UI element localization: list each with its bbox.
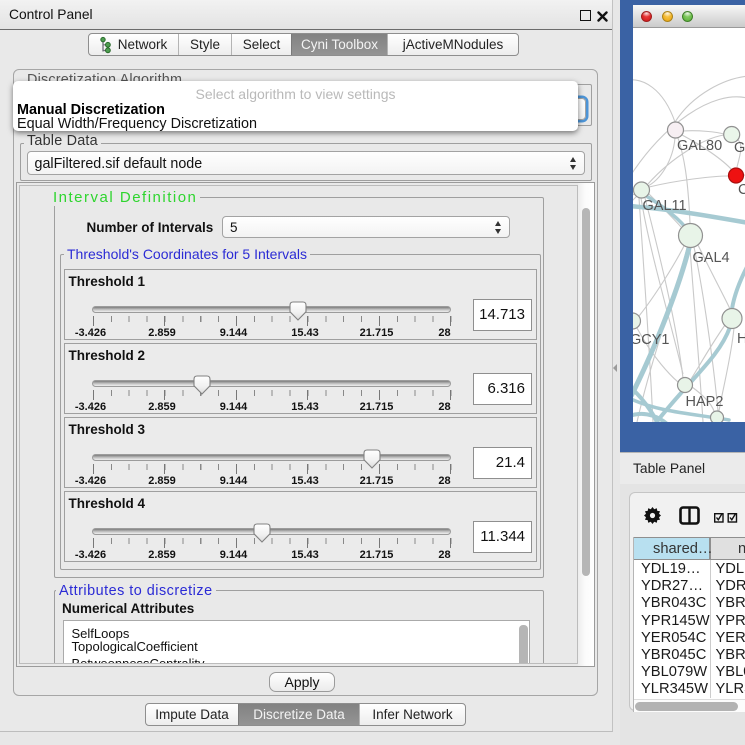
svg-text:GCY1: GCY1	[633, 332, 670, 348]
svg-text:CDC25: CDC25	[738, 182, 745, 198]
svg-text:HAP2: HAP2	[686, 394, 724, 410]
svg-text:GAL7: GAL7	[734, 140, 745, 156]
svg-text:HAP4: HAP4	[737, 331, 745, 347]
svg-text:GAL80: GAL80	[677, 138, 722, 154]
svg-text:GAL11: GAL11	[643, 198, 687, 214]
svg-text:GAL4: GAL4	[693, 250, 730, 266]
